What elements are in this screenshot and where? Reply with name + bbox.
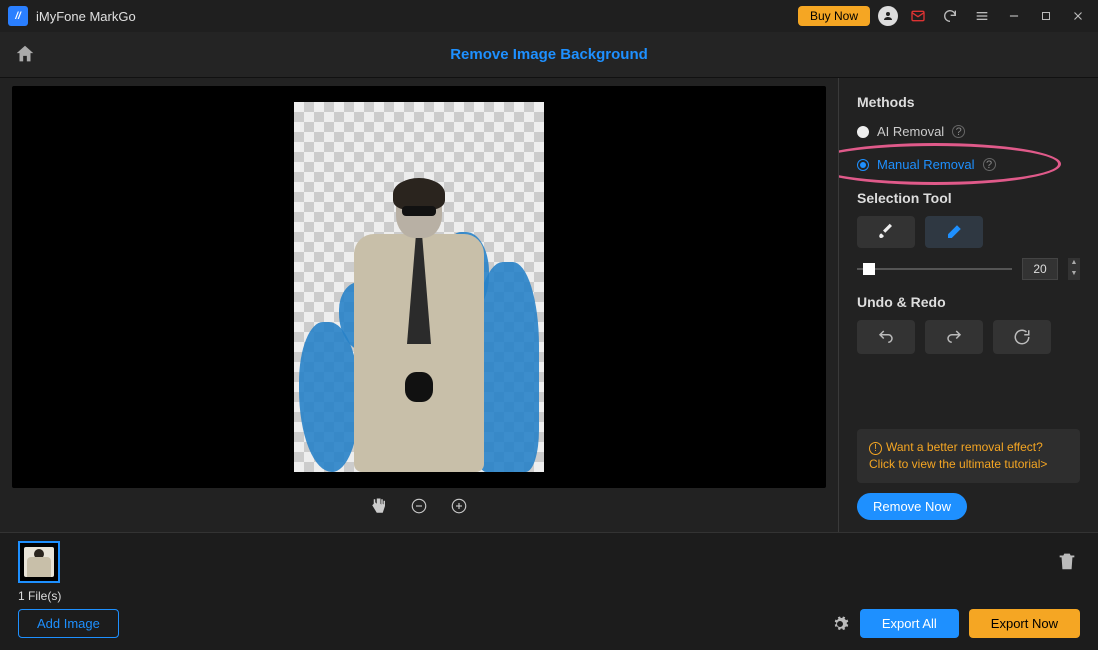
- radio-icon: [857, 159, 869, 171]
- brush-size-slider[interactable]: [857, 268, 1012, 270]
- method-manual-label: Manual Removal: [877, 157, 975, 172]
- undo-redo-title: Undo & Redo: [857, 294, 1080, 310]
- maximize-button[interactable]: [1034, 4, 1058, 28]
- mail-icon[interactable]: [906, 4, 930, 28]
- add-image-button[interactable]: Add Image: [18, 609, 119, 638]
- image-preview: [294, 102, 544, 472]
- tip-text: Want a better removal effect? Click to v…: [869, 440, 1047, 471]
- methods-title: Methods: [857, 94, 1080, 110]
- redo-button[interactable]: [925, 320, 983, 354]
- settings-icon[interactable]: [830, 614, 850, 634]
- brush-size-stepper[interactable]: ▲▼: [1068, 258, 1080, 280]
- home-icon[interactable]: [14, 43, 38, 67]
- zoom-out-icon[interactable]: [409, 496, 429, 516]
- help-icon[interactable]: ?: [952, 125, 965, 138]
- refresh-icon[interactable]: [938, 4, 962, 28]
- trash-icon[interactable]: [1056, 550, 1080, 574]
- brush-size-value[interactable]: 20: [1022, 258, 1058, 280]
- minimize-button[interactable]: [1002, 4, 1026, 28]
- bottom-panel: 1 File(s) Add Image Export All Export No…: [0, 532, 1098, 650]
- warning-icon: !: [869, 442, 882, 455]
- selection-tool-title: Selection Tool: [857, 190, 1080, 206]
- app-title: iMyFone MarkGo: [36, 9, 136, 24]
- titlebar: // iMyFone MarkGo Buy Now: [0, 0, 1098, 32]
- file-count: 1 File(s): [18, 589, 1080, 603]
- radio-icon: [857, 126, 869, 138]
- undo-button[interactable]: [857, 320, 915, 354]
- menu-icon[interactable]: [970, 4, 994, 28]
- remove-now-button[interactable]: Remove Now: [857, 493, 967, 520]
- method-ai-radio[interactable]: AI Removal ?: [857, 120, 1080, 143]
- canvas-column: [0, 78, 838, 532]
- sidebar: Methods AI Removal ? Manual Removal ? Se…: [838, 78, 1098, 532]
- header: Remove Image Background: [0, 32, 1098, 78]
- zoom-in-icon[interactable]: [449, 496, 469, 516]
- method-manual-radio[interactable]: Manual Removal ?: [857, 153, 1080, 176]
- method-ai-label: AI Removal: [877, 124, 944, 139]
- app-logo: //: [8, 6, 28, 26]
- export-now-button[interactable]: Export Now: [969, 609, 1080, 638]
- user-icon[interactable]: [878, 6, 898, 26]
- page-title: Remove Image Background: [38, 46, 1084, 63]
- help-icon[interactable]: ?: [983, 158, 996, 171]
- thumbnails-row: [18, 541, 1080, 583]
- eraser-tool-button[interactable]: [925, 216, 983, 248]
- tutorial-tip[interactable]: !Want a better removal effect? Click to …: [857, 429, 1080, 483]
- close-button[interactable]: [1066, 4, 1090, 28]
- export-all-button[interactable]: Export All: [860, 609, 959, 638]
- brush-tool-button[interactable]: [857, 216, 915, 248]
- thumbnail[interactable]: [18, 541, 60, 583]
- canvas-tools: [12, 488, 826, 524]
- reset-button[interactable]: [993, 320, 1051, 354]
- pan-icon[interactable]: [369, 496, 389, 516]
- buy-now-button[interactable]: Buy Now: [798, 6, 870, 26]
- main-area: Methods AI Removal ? Manual Removal ? Se…: [0, 78, 1098, 532]
- canvas[interactable]: [12, 86, 826, 488]
- brush-size-row: 20 ▲▼: [857, 258, 1080, 280]
